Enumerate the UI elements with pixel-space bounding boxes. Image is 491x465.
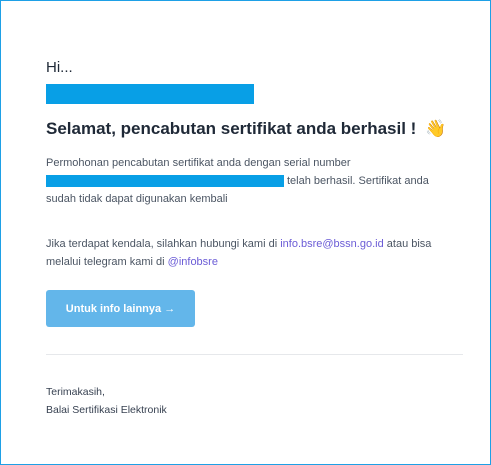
- paragraph2-line2-prefix: melalui telegram kami di: [46, 256, 168, 268]
- more-info-button[interactable]: Untuk info lainnya →: [46, 290, 195, 327]
- redacted-serial-block: [46, 175, 284, 187]
- paragraph1-line3: sudah tidak dapat digunakan kembali: [46, 193, 228, 205]
- paragraph2-line1: Jika terdapat kendala, silahkan hubungi …: [46, 235, 431, 253]
- divider: [46, 354, 463, 355]
- paragraph2-line1-prefix: Jika terdapat kendala, silahkan hubungi …: [46, 238, 281, 250]
- signoff: Terimakasih,: [46, 386, 105, 398]
- headline-text: Selamat, pencabutan sertifikat anda berh…: [46, 119, 417, 138]
- signature: Balai Sertifikasi Elektronik: [46, 404, 167, 416]
- waving-hand-icon: 👋: [425, 119, 447, 138]
- email-frame: Hi... Selamat, pencabutan sertifikat and…: [0, 0, 491, 465]
- headline: Selamat, pencabutan sertifikat anda berh…: [46, 119, 446, 139]
- paragraph2-line1-suffix: atau bisa: [383, 238, 432, 250]
- paragraph1-line1: Permohonan pencabutan sertifikat anda de…: [46, 157, 351, 169]
- paragraph1-line2-tail: telah berhasil. Sertifikat anda: [287, 175, 429, 187]
- redacted-name-block: [46, 84, 254, 104]
- paragraph2-line2: melalui telegram kami di @infobsre: [46, 253, 218, 271]
- email-link[interactable]: info.bsre@bssn.go.id: [280, 238, 384, 250]
- telegram-link[interactable]: @infobsre: [168, 256, 218, 268]
- greeting: Hi...: [46, 59, 73, 76]
